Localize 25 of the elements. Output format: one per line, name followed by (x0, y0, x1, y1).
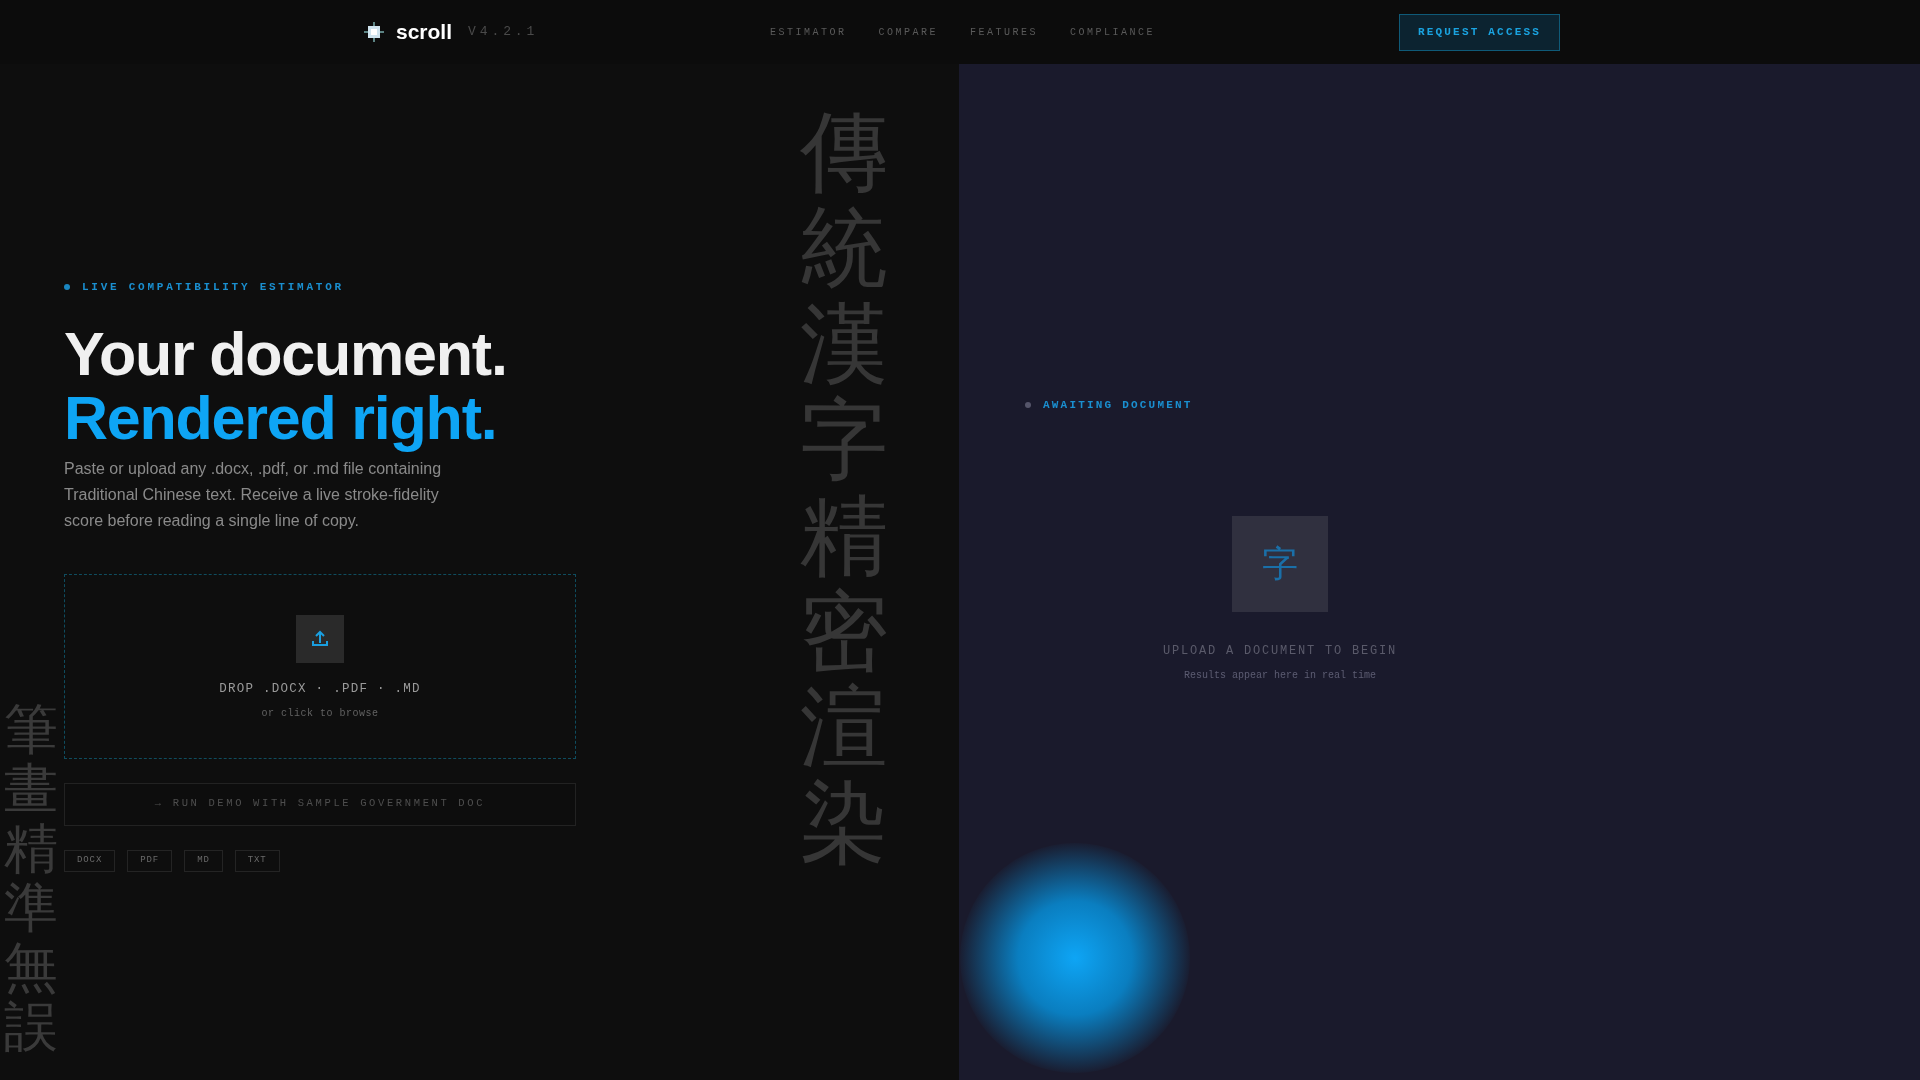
glyph-character: 字 (1262, 542, 1298, 586)
format-tag: MD (184, 849, 223, 872)
empty-state-title: UPLOAD A DOCUMENT TO BEGIN (1163, 643, 1397, 660)
logo-icon (364, 22, 384, 42)
status-label: AWAITING DOCUMENT (1043, 398, 1193, 413)
headline-accent: Rendered right. (64, 385, 497, 450)
request-access-button[interactable]: REQUEST ACCESS (1399, 14, 1560, 51)
drop-zone-hint: or click to browse (261, 707, 379, 722)
drop-zone-title: DROP .DOCX · .PDF · .MD (219, 680, 421, 698)
nav-link[interactable]: COMPLIANCE (1070, 24, 1156, 40)
nav-link[interactable]: ESTIMATOR (770, 24, 847, 40)
file-drop-zone[interactable]: DROP .DOCX · .PDF · .MD or click to browse (64, 573, 576, 759)
version-label: V4.2.1 (468, 23, 539, 42)
eyebrow-label: LIVE COMPATIBILITY ESTIMATOR (82, 280, 344, 295)
nav-link[interactable]: FEATURES (970, 24, 1039, 40)
description-text: Paste or upload any .docx, .pdf, or .md file containing Traditional Chinese text. Receive a live stroke-fidelity score before reading a single line of copy. (64, 458, 443, 531)
format-tag: PDF (127, 849, 173, 872)
headline: Your document. (64, 321, 507, 386)
logo-text[interactable]: scroll (396, 16, 453, 48)
format-tag: TXT (234, 849, 280, 872)
empty-state-subtitle: Results appear here in real time (1184, 669, 1376, 683)
format-tag: DOCX (64, 849, 116, 872)
upload-icon (310, 628, 330, 649)
run-demo-button[interactable]: → RUN DEMO WITH SAMPLE GOVERNMENT DOC (64, 782, 576, 826)
nav-link[interactable]: COMPARE (878, 24, 939, 40)
